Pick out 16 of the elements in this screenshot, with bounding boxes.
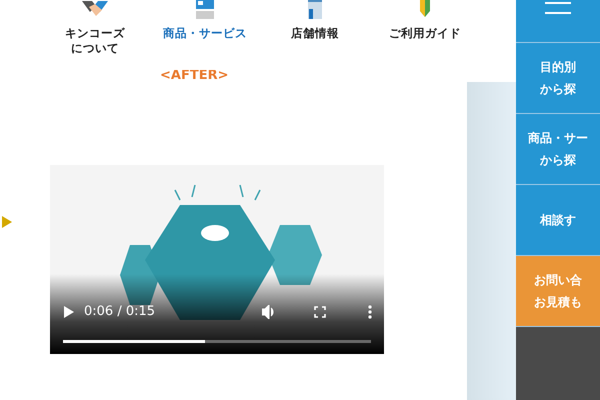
triangle-icon [2,216,12,228]
menu-button[interactable] [516,0,600,43]
menu-icon [545,0,571,16]
nav-link[interactable]: 商品・サービス [150,0,260,70]
progress-bar[interactable] [63,340,371,343]
side-menu-link[interactable]: 相談す [516,185,600,256]
video-time: 0:06 / 0:15 [84,304,156,319]
play-icon[interactable] [64,306,74,318]
more-icon[interactable] [368,304,372,318]
nav-link[interactable]: 店舗情報 [260,0,370,70]
volume-icon[interactable] [262,304,276,318]
nav-link[interactable]: ご利用ガイド [370,0,480,70]
side-menu-link[interactable]: 目的別 から探 [516,43,600,114]
fullscreen-icon[interactable] [314,306,326,318]
nav-link[interactable]: キンコーズ について [40,0,150,70]
side-menu-link[interactable]: 商品・サー から探 [516,114,600,185]
